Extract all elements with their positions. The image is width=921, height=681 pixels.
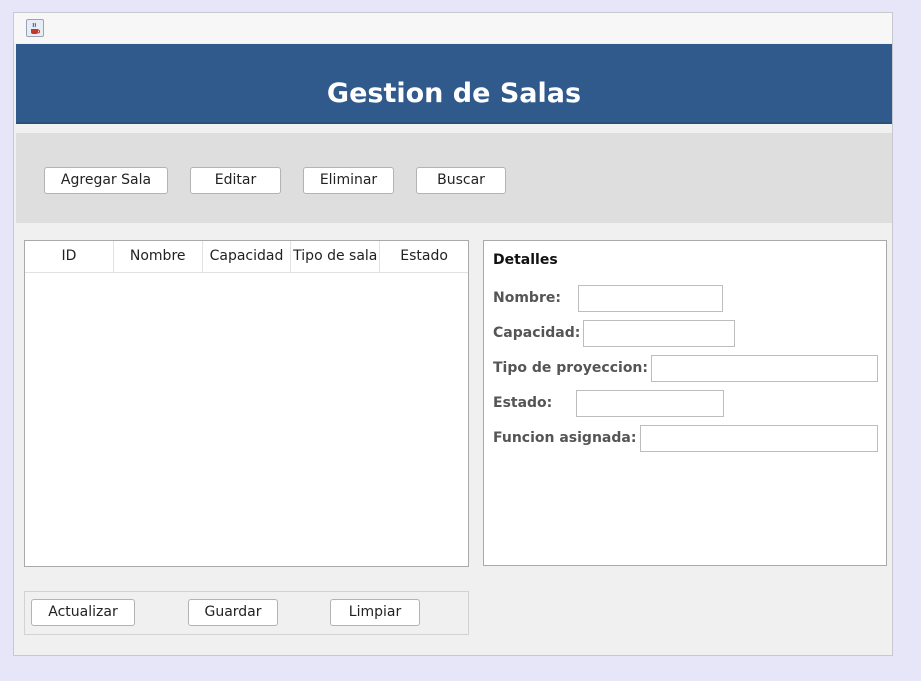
main-window: Gestion de Salas Agregar Sala Editar Eli…	[13, 12, 893, 656]
projection-type-label: Tipo de proyeccion:	[493, 360, 648, 376]
column-header-room-type[interactable]: Tipo de sala	[291, 241, 381, 272]
rooms-table[interactable]: ID Nombre Capacidad Tipo de sala Estado	[24, 240, 469, 567]
assigned-function-label: Funcion asignada:	[493, 430, 637, 446]
refresh-button[interactable]: Actualizar	[31, 599, 135, 626]
capacity-label: Capacidad:	[493, 325, 581, 341]
search-button[interactable]: Buscar	[416, 167, 506, 194]
header-banner: Gestion de Salas	[16, 44, 892, 124]
edit-button[interactable]: Editar	[190, 167, 281, 194]
status-field[interactable]	[576, 390, 724, 417]
actions-bar: Actualizar Guardar Limpiar	[24, 591, 469, 635]
projection-type-field[interactable]	[651, 355, 878, 382]
column-header-capacity[interactable]: Capacidad	[203, 241, 292, 272]
java-cup-icon[interactable]	[26, 19, 44, 37]
title-bar	[14, 13, 892, 43]
toolbar: Agregar Sala Editar Eliminar Buscar	[16, 133, 892, 223]
capacity-field[interactable]	[583, 320, 735, 347]
delete-button[interactable]: Eliminar	[303, 167, 394, 194]
status-label: Estado:	[493, 395, 553, 411]
table-header: ID Nombre Capacidad Tipo de sala Estado	[25, 241, 468, 273]
column-header-name[interactable]: Nombre	[114, 241, 203, 272]
assigned-function-field[interactable]	[640, 425, 878, 452]
column-header-status[interactable]: Estado	[380, 241, 468, 272]
page-title: Gestion de Salas	[326, 78, 582, 109]
clear-button[interactable]: Limpiar	[330, 599, 420, 626]
add-room-button[interactable]: Agregar Sala	[44, 167, 168, 194]
name-label: Nombre:	[493, 290, 561, 306]
column-header-id[interactable]: ID	[25, 241, 114, 272]
save-button[interactable]: Guardar	[188, 599, 278, 626]
details-panel: Detalles Nombre: Capacidad: Tipo de proy…	[483, 240, 887, 566]
name-field[interactable]	[578, 285, 723, 312]
details-title: Detalles	[493, 252, 558, 268]
